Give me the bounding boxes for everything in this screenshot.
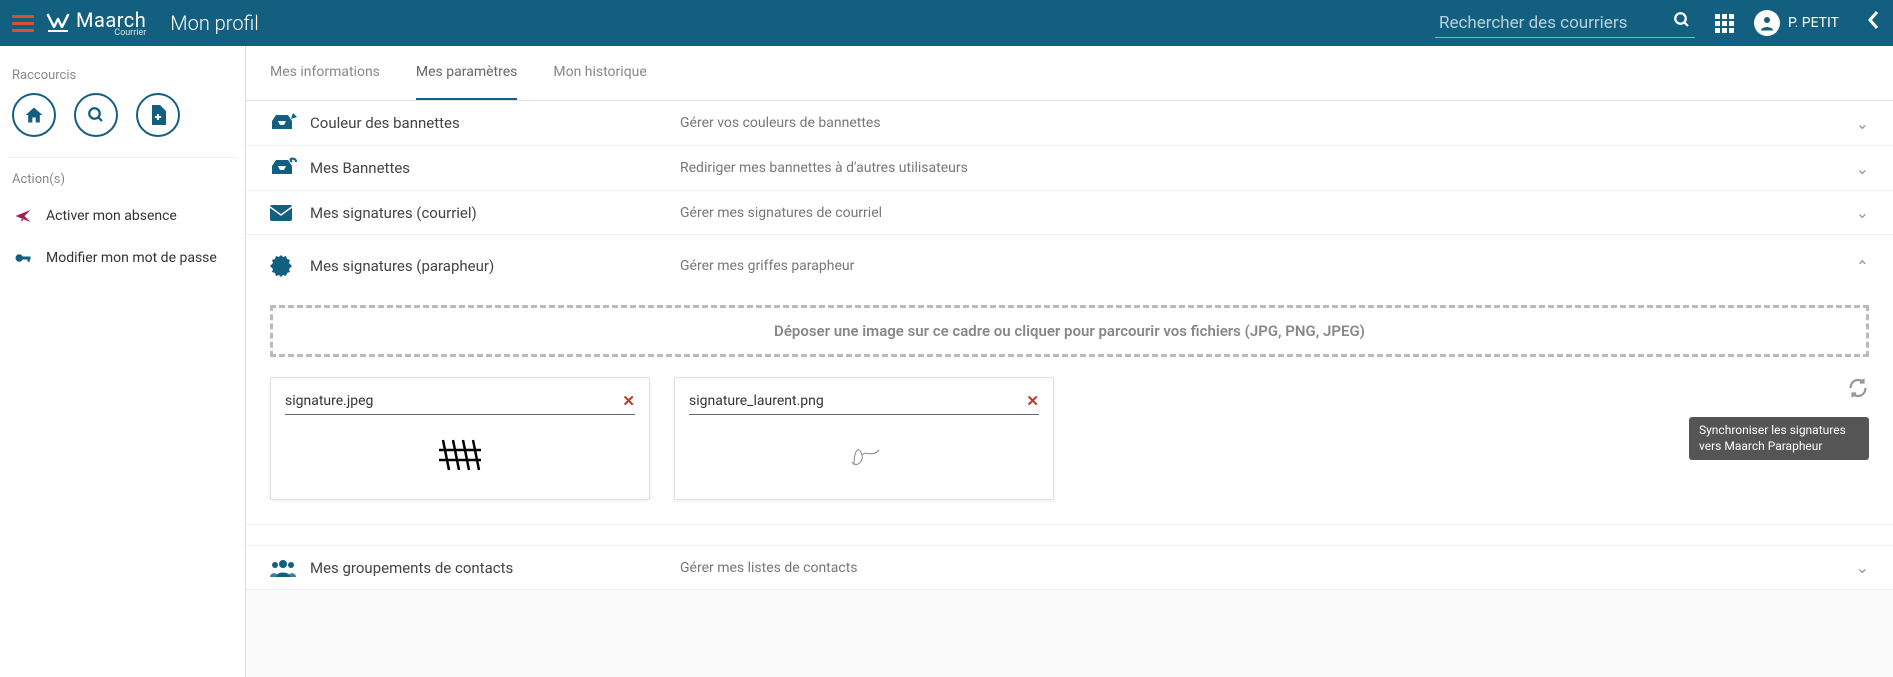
search-button[interactable]: [1673, 11, 1691, 34]
logo-icon: [46, 13, 70, 33]
avatar: [1754, 10, 1780, 36]
shortcut-new-doc[interactable]: [136, 93, 180, 137]
chevron-down-icon: ⌄: [1856, 203, 1869, 222]
setting-bannettes[interactable]: Mes Bannettes Rediriger mes bannettes à …: [246, 146, 1893, 191]
users-icon: [270, 559, 310, 577]
signature-preview: [285, 425, 635, 485]
setting-desc: Gérer mes listes de contacts: [680, 560, 1856, 576]
signature-filename: signature_laurent.png: [689, 393, 824, 409]
collapse-icon[interactable]: [1867, 10, 1881, 36]
signature-card: signature_laurent.png ✕: [674, 377, 1054, 500]
setting-contacts[interactable]: Mes groupements de contacts Gérer mes li…: [246, 545, 1893, 590]
setting-title: Couleur des bannettes: [310, 114, 680, 132]
sync-signatures-button[interactable]: [1847, 377, 1869, 405]
seal-icon: [270, 255, 310, 277]
sync-tooltip: Synchroniser les signatures vers Maarch …: [1689, 417, 1869, 460]
actions-heading: Action(s): [8, 158, 237, 195]
setting-desc: Gérer vos couleurs de bannettes: [680, 115, 1856, 131]
sig-parapheur-panel: Déposer une image sur ce cadre ou clique…: [246, 289, 1893, 525]
inbox-redirect-icon: [270, 158, 310, 178]
tab-history[interactable]: Mon historique: [553, 46, 646, 100]
chevron-down-icon: ⌄: [1856, 114, 1869, 133]
app-header: Maarch Courrier Mon profil P. PETIT: [0, 0, 1893, 46]
signature-filename: signature.jpeg: [285, 393, 373, 409]
shortcut-home[interactable]: [12, 93, 56, 137]
setting-title: Mes signatures (parapheur): [310, 257, 680, 275]
setting-title: Mes groupements de contacts: [310, 559, 680, 577]
page-title: Mon profil: [170, 11, 258, 35]
shortcuts-heading: Raccourcis: [8, 62, 237, 93]
signature-preview: [689, 425, 1039, 485]
search-box: [1435, 9, 1695, 38]
shortcut-search[interactable]: [74, 93, 118, 137]
plane-icon: [14, 207, 32, 225]
setting-sig-parapheur[interactable]: Mes signatures (parapheur) Gérer mes gri…: [246, 235, 1893, 289]
menu-icon[interactable]: [12, 15, 34, 32]
envelope-icon: [270, 205, 310, 221]
setting-title: Mes Bannettes: [310, 159, 680, 177]
setting-desc: Gérer mes signatures de courriel: [680, 205, 1856, 221]
delete-signature-button[interactable]: ✕: [1026, 392, 1039, 410]
setting-desc: Rediriger mes bannettes à d'autres utili…: [680, 160, 1856, 176]
tab-infos[interactable]: Mes informations: [270, 46, 380, 100]
action-change-password[interactable]: Modifier mon mot de passe: [8, 237, 237, 279]
main-content: Mes informations Mes paramètres Mon hist…: [246, 46, 1893, 677]
chevron-up-icon: ⌃: [1856, 257, 1869, 276]
chevron-down-icon: ⌄: [1856, 159, 1869, 178]
setting-bannette-color[interactable]: Couleur des bannettes Gérer vos couleurs…: [246, 101, 1893, 146]
action-label: Modifier mon mot de passe: [46, 250, 217, 266]
inbox-color-icon: [270, 113, 310, 133]
sidebar: Raccourcis Action(s): [0, 46, 246, 677]
delete-signature-button[interactable]: ✕: [622, 392, 635, 410]
key-icon: [14, 249, 32, 267]
user-menu[interactable]: P. PETIT: [1754, 10, 1839, 36]
file-plus-icon: [150, 105, 166, 125]
search-icon: [87, 106, 105, 124]
setting-desc: Gérer mes griffes parapheur: [680, 258, 1856, 274]
signature-card: signature.jpeg ✕: [270, 377, 650, 500]
chevron-down-icon: ⌄: [1856, 558, 1869, 577]
setting-title: Mes signatures (courriel): [310, 204, 680, 222]
signature-dropzone[interactable]: Déposer une image sur ce cadre ou clique…: [270, 305, 1869, 357]
tabs: Mes informations Mes paramètres Mon hist…: [246, 46, 1893, 101]
action-activate-absence[interactable]: Activer mon absence: [8, 195, 237, 237]
action-label: Activer mon absence: [46, 208, 177, 224]
setting-sig-email[interactable]: Mes signatures (courriel) Gérer mes sign…: [246, 191, 1893, 235]
search-icon: [1673, 11, 1691, 29]
tab-settings[interactable]: Mes paramètres: [416, 46, 517, 100]
app-logo[interactable]: Maarch Courrier: [46, 8, 146, 38]
home-icon: [24, 105, 44, 125]
search-input[interactable]: [1435, 9, 1695, 38]
user-name: P. PETIT: [1788, 15, 1839, 31]
apps-icon[interactable]: [1715, 14, 1734, 33]
person-icon: [1758, 14, 1776, 32]
